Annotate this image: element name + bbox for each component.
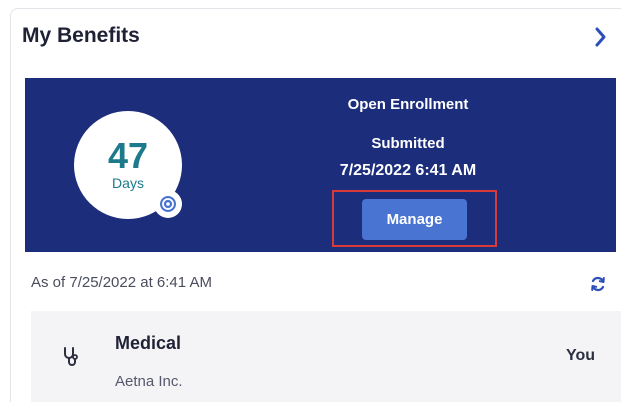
enrollment-datetime: 7/25/2022 6:41 AM (339, 162, 477, 179)
enrollment-banner: 47 Days Open Enrollment Submitted 7/25/2… (25, 78, 616, 252)
settings-icon[interactable] (154, 190, 182, 218)
benefit-name: Medical (115, 333, 182, 353)
days-remaining-label: Days (112, 175, 144, 191)
benefit-carrier: Aetna Inc. (115, 373, 183, 390)
days-remaining-number: 47 (107, 135, 149, 176)
benefit-coverage: You (566, 347, 596, 364)
card-title: My Benefits (22, 24, 140, 47)
stethoscope-icon (61, 346, 81, 368)
enrollment-title: Open Enrollment (347, 96, 469, 113)
refresh-icon[interactable] (589, 275, 607, 293)
benefit-row-medical[interactable]: Medical Aetna Inc. You (31, 311, 621, 402)
manage-button[interactable]: Manage (362, 199, 467, 240)
chevron-right-icon[interactable] (594, 26, 608, 48)
last-updated-text: As of 7/25/2022 at 6:41 AM (31, 274, 212, 291)
enrollment-status: Submitted (371, 135, 445, 152)
